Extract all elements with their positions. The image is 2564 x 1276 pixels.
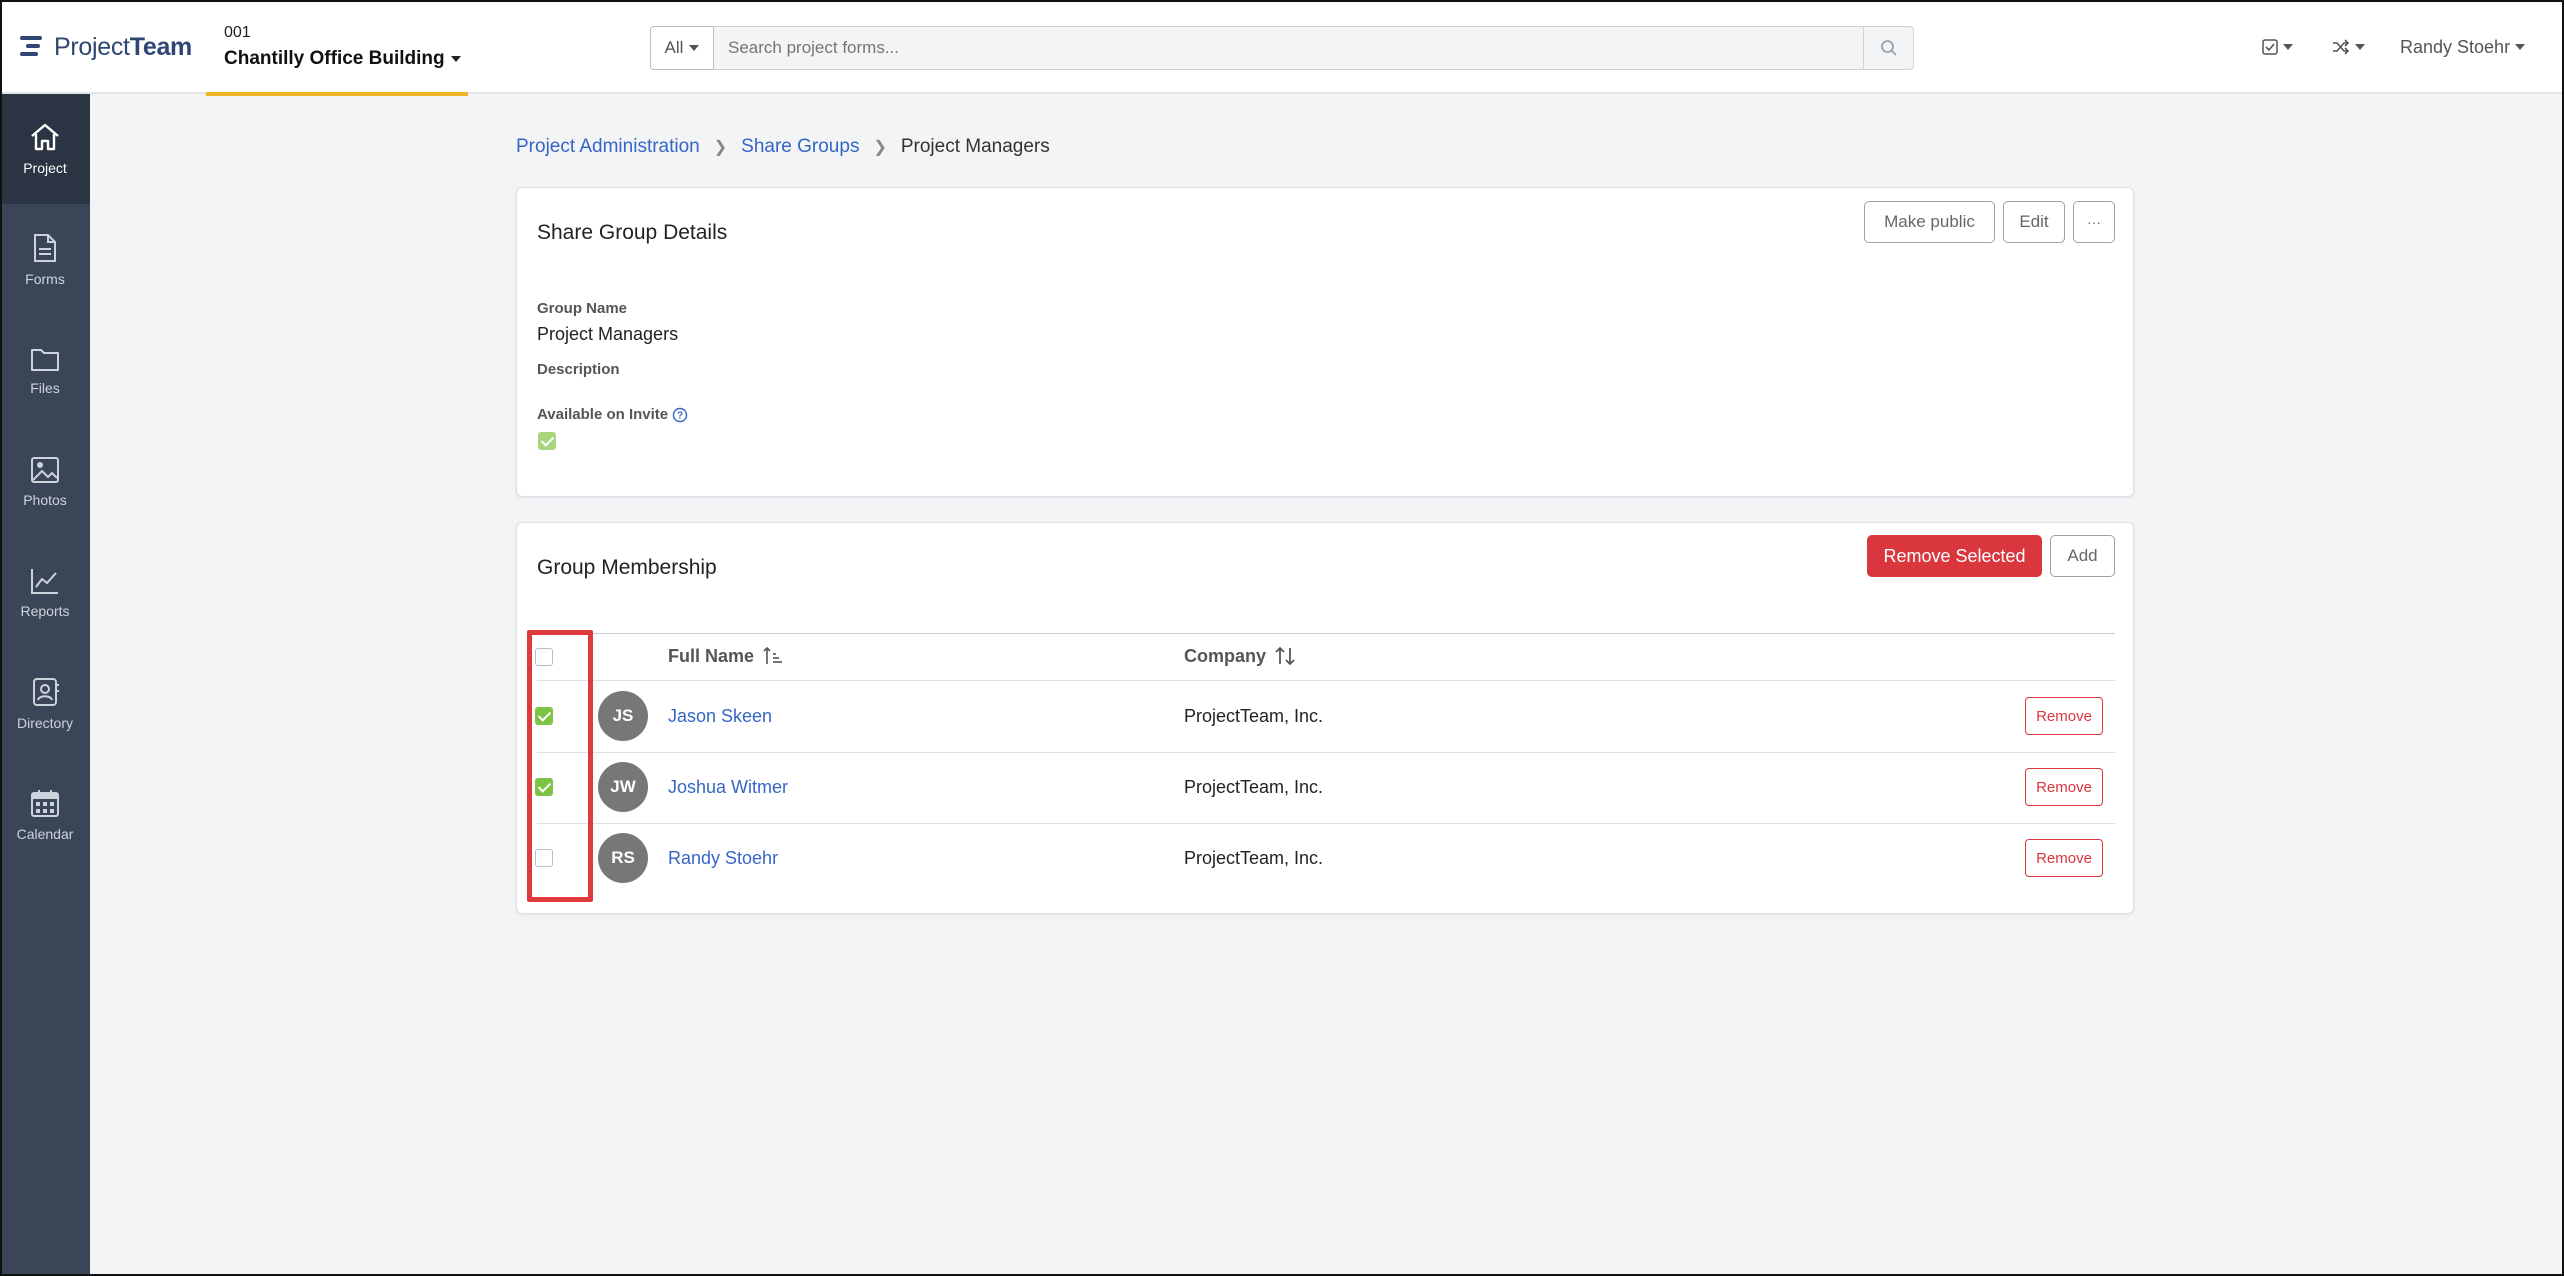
search-button[interactable]: [1864, 26, 1914, 70]
logo-icon: [20, 34, 46, 60]
line-chart-icon: [31, 569, 58, 594]
tasks-menu[interactable]: [2262, 30, 2293, 64]
row-select-checkbox[interactable]: [535, 849, 553, 867]
checkbox-icon: [2262, 39, 2278, 55]
contact-book-icon: [33, 678, 59, 706]
breadcrumb: Project Administration ❯ Share Groups ❯ …: [516, 136, 1050, 158]
chevron-down-icon: [2515, 44, 2526, 50]
select-all-checkbox[interactable]: [535, 648, 553, 666]
sidebar-item-label: Calendar: [16, 826, 74, 842]
logo-text: ProjectTeam: [54, 32, 192, 61]
available-on-invite-label: Available on Invite ?: [537, 406, 688, 423]
folder-icon: [31, 349, 59, 371]
project-name: Chantilly Office Building: [224, 48, 461, 70]
breadcrumb-project-administration[interactable]: Project Administration: [516, 136, 700, 158]
user-name: Randy Stoehr: [2400, 36, 2511, 57]
user-menu[interactable]: Randy Stoehr: [2400, 30, 2526, 64]
avatar: JS: [598, 691, 648, 741]
table-header-top-border: [537, 633, 2115, 634]
column-header-company[interactable]: Company: [1184, 645, 1296, 667]
sort-ascending-icon: [763, 646, 783, 664]
remove-member-button[interactable]: Remove: [2025, 839, 2103, 877]
search-scope-dropdown[interactable]: All: [650, 26, 714, 70]
sidebar-item-label: Files: [30, 380, 60, 396]
chevron-right-icon: ❯: [713, 139, 728, 156]
description-label: Description: [537, 361, 620, 378]
search-scope-label: All: [664, 38, 684, 57]
svg-text:?: ?: [677, 410, 683, 421]
sidebar-item-calendar[interactable]: Calendar: [0, 760, 90, 870]
sidebar-item-forms[interactable]: Forms: [0, 205, 90, 315]
breadcrumb-current: Project Managers: [900, 136, 1050, 157]
member-name-link[interactable]: Jason Skeen: [668, 706, 772, 727]
column-header-full-name[interactable]: Full Name: [668, 645, 784, 667]
help-icon[interactable]: ?: [672, 407, 688, 423]
row-select-checkbox[interactable]: [535, 707, 553, 725]
group-membership-card: Group Membership Remove Selected Add Ful…: [516, 522, 2134, 914]
member-name-link[interactable]: Randy Stoehr: [668, 848, 778, 869]
member-company: ProjectTeam, Inc.: [1184, 777, 1324, 797]
top-bar: ProjectTeam 001 Chantilly Office Buildin…: [0, 0, 2564, 96]
sidebar: Project Forms Files Photos Reports Direc…: [0, 94, 90, 1276]
sidebar-item-label: Project: [23, 160, 67, 176]
row-divider: [537, 752, 2115, 753]
sidebar-item-files[interactable]: Files: [0, 316, 90, 426]
group-name-label: Group Name: [537, 300, 628, 317]
avatar: RS: [598, 833, 648, 883]
sidebar-item-directory[interactable]: Directory: [0, 649, 90, 759]
group-name-value: Project Managers: [537, 324, 679, 344]
breadcrumb-share-groups[interactable]: Share Groups: [741, 136, 859, 158]
image-icon: [31, 457, 59, 483]
switch-menu[interactable]: [2332, 30, 2365, 64]
table-header-bottom-border: [537, 680, 2115, 681]
app-logo[interactable]: ProjectTeam: [20, 30, 192, 64]
chevron-right-icon: ❯: [873, 139, 887, 156]
sidebar-item-photos[interactable]: Photos: [0, 427, 90, 537]
share-group-details-card: Share Group Details Make public Edit ···…: [516, 187, 2134, 497]
remove-selected-button[interactable]: Remove Selected: [1867, 535, 2042, 577]
sidebar-item-label: Reports: [20, 603, 70, 619]
add-member-button[interactable]: Add: [2050, 535, 2115, 577]
search-icon: [1880, 40, 1897, 56]
chevron-down-icon: [450, 55, 461, 62]
membership-title: Group Membership: [537, 556, 717, 579]
active-project-underline: [206, 92, 468, 96]
member-company: ProjectTeam, Inc.: [1184, 706, 1324, 726]
document-icon: [34, 234, 56, 262]
shuffle-icon: [2333, 39, 2350, 55]
more-options-button[interactable]: ···: [2073, 201, 2115, 243]
make-public-button[interactable]: Make public: [1864, 201, 1995, 243]
sort-icon: [1275, 646, 1295, 666]
search-bar: All: [650, 26, 1914, 70]
member-name-link[interactable]: Joshua Witmer: [668, 777, 788, 798]
available-on-invite-checkbox: [538, 432, 556, 450]
home-icon: [31, 123, 59, 151]
calendar-icon: [31, 790, 59, 817]
edit-button[interactable]: Edit: [2003, 201, 2065, 243]
member-company: ProjectTeam, Inc.: [1184, 848, 1324, 868]
search-input[interactable]: [714, 26, 1864, 70]
chevron-down-icon: [689, 45, 700, 51]
avatar: JW: [598, 762, 648, 812]
project-number: 001: [224, 24, 251, 41]
chevron-down-icon: [2355, 44, 2365, 50]
sidebar-item-label: Photos: [23, 492, 67, 508]
remove-member-button[interactable]: Remove: [2025, 768, 2103, 806]
row-divider: [537, 823, 2115, 824]
project-switcher[interactable]: 001 Chantilly Office Building: [206, 0, 468, 96]
sidebar-item-project[interactable]: Project: [0, 94, 90, 204]
remove-member-button[interactable]: Remove: [2025, 697, 2103, 735]
chevron-down-icon: [2283, 44, 2293, 50]
sidebar-item-reports[interactable]: Reports: [0, 538, 90, 648]
sidebar-item-label: Forms: [25, 271, 65, 287]
sidebar-item-label: Directory: [16, 715, 73, 731]
details-title: Share Group Details: [537, 221, 728, 244]
row-select-checkbox[interactable]: [535, 778, 553, 796]
